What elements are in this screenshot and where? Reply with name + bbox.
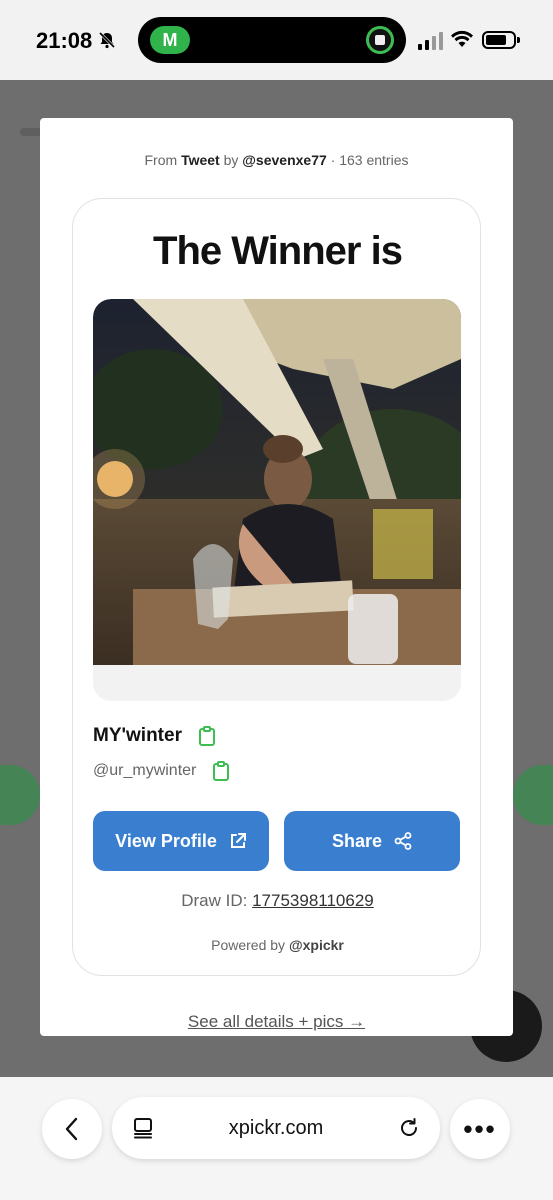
- source-user[interactable]: @sevenxe77: [242, 152, 327, 168]
- share-icon: [394, 832, 412, 850]
- winner-photo-frame: [93, 299, 461, 701]
- wifi-icon: [451, 30, 473, 47]
- winner-modal: From Tweet by @sevenxe77 · 163 entries T…: [40, 118, 513, 1036]
- bell-slash-icon: [98, 31, 116, 49]
- draw-id-label: Draw ID:: [181, 891, 248, 910]
- address-bar[interactable]: xpickr.com: [112, 1097, 440, 1159]
- share-button[interactable]: Share: [284, 811, 460, 871]
- battery-icon: [482, 31, 520, 49]
- reload-icon[interactable]: [398, 1117, 420, 1139]
- draw-id-link[interactable]: 1775398110629: [252, 891, 374, 910]
- winner-card: The Winner is MY'winter @ur_mywinter Vie…: [72, 198, 481, 976]
- source-type: Tweet: [181, 152, 220, 168]
- external-link-icon: [230, 833, 246, 848]
- powered-by: Powered by @xpickr: [73, 937, 482, 953]
- url-text: xpickr.com: [228, 1117, 324, 1139]
- winner-photo[interactable]: [93, 299, 461, 665]
- view-profile-button[interactable]: View Profile: [93, 811, 269, 871]
- winner-handle-row: @ur_mywinter: [93, 761, 230, 781]
- share-label: Share: [331, 830, 383, 851]
- chevron-left-icon: [65, 1117, 78, 1141]
- source-by: by: [223, 152, 239, 168]
- island-app-badge: M: [150, 26, 190, 54]
- more-options-button[interactable]: •••: [450, 1099, 510, 1159]
- status-bar: 21:08 M: [0, 0, 553, 80]
- powered-by-label: Powered by: [211, 937, 286, 953]
- signal-icon: [418, 32, 443, 50]
- winner-title: The Winner is: [153, 229, 403, 273]
- dynamic-island[interactable]: M: [138, 17, 406, 63]
- clipboard-icon[interactable]: [212, 761, 230, 781]
- source-line: From Tweet by @sevenxe77 · 163 entries: [40, 152, 513, 168]
- view-profile-label: View Profile: [115, 830, 217, 851]
- clipboard-icon[interactable]: [198, 726, 216, 746]
- background-button-right: [513, 765, 553, 825]
- winner-name: MY'winter: [93, 725, 182, 746]
- browser-toolbar: xpickr.com •••: [0, 1077, 553, 1200]
- island-activity-icon: [366, 26, 394, 54]
- source-from: From: [144, 152, 178, 168]
- winner-name-row: MY'winter: [93, 725, 216, 747]
- draw-id: Draw ID: 1775398110629: [73, 891, 482, 911]
- winner-handle: @ur_mywinter: [93, 762, 197, 779]
- back-button[interactable]: [42, 1099, 102, 1159]
- powered-by-link[interactable]: @xpickr: [289, 937, 344, 953]
- status-time: 21:08: [36, 28, 93, 53]
- see-all-details-link[interactable]: See all details + pics →: [40, 1012, 513, 1032]
- background-button-left: [0, 765, 40, 825]
- source-entries: · 163 entries: [330, 152, 409, 168]
